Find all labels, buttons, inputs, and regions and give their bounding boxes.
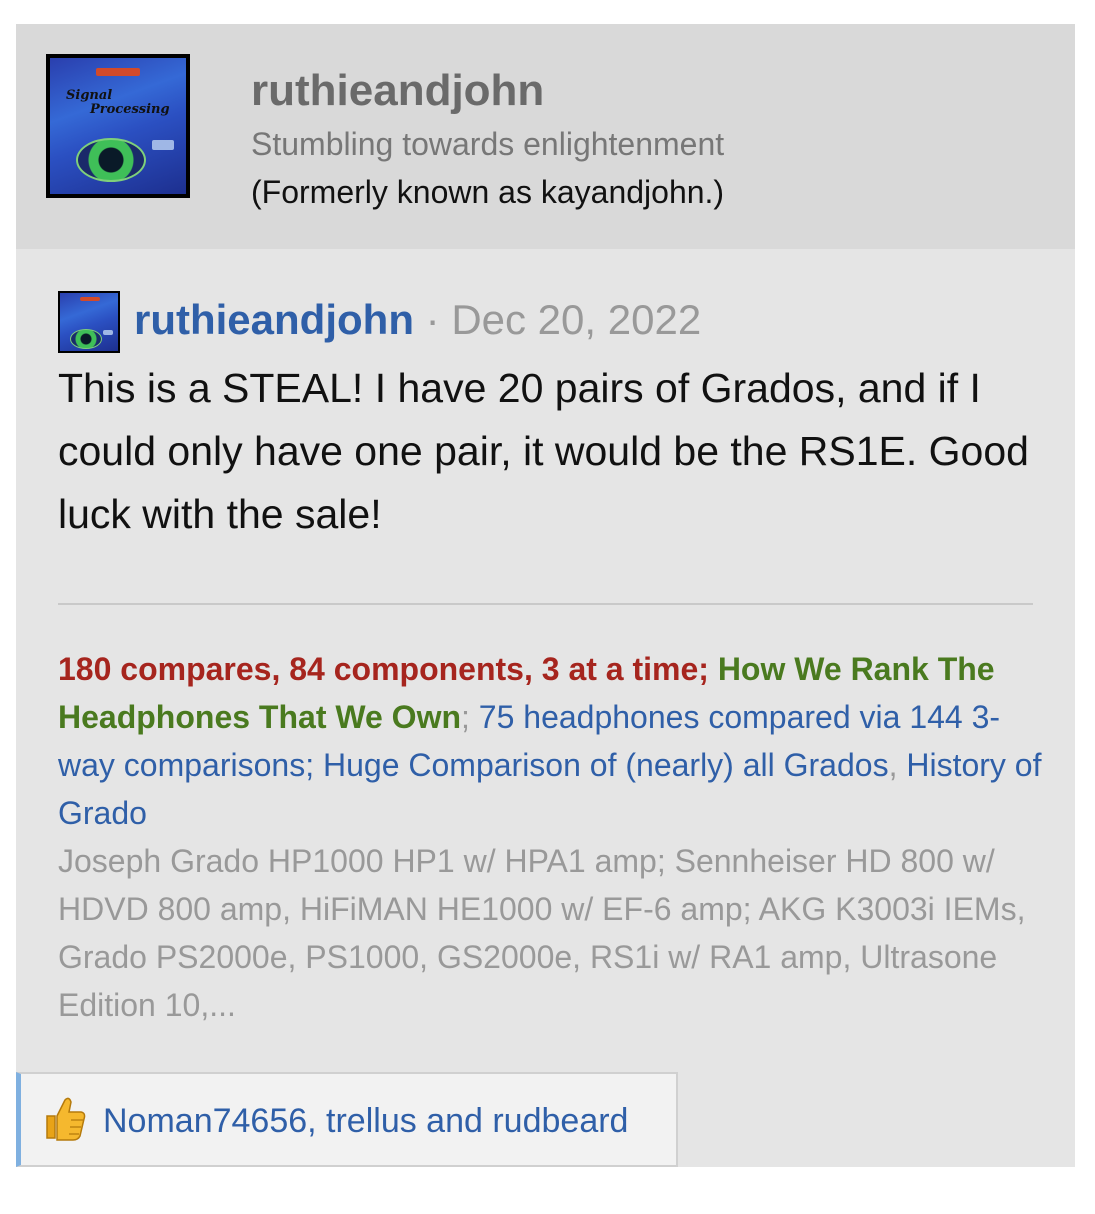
post-author-avatar[interactable] [58,291,120,353]
signal-processing-book-cover-icon [60,293,118,351]
signature-separator: ; [461,699,470,735]
profile-post-card: Signal Processing ruthieandjohn Stumblin… [16,24,1075,1167]
thumbs-up-icon [46,1097,86,1141]
post-date[interactable]: Dec 20, 2022 [451,296,701,343]
profile-formerly-known-as: (Formerly known as kayandjohn.) [251,174,725,210]
profile-username[interactable]: ruthieandjohn [251,66,544,116]
signal-processing-book-cover-icon: Signal Processing [50,58,186,194]
reactions-bar[interactable]: Noman74656, trellus and rudbeard [16,1072,678,1167]
reactions-users-link[interactable]: Noman74656, trellus and rudbeard [103,1102,628,1141]
post-author-link[interactable]: ruthieandjohn [134,296,414,343]
user-signature: 180 compares, 84 components, 3 at a time… [58,645,1048,1029]
avatar-text-line-1: Signal [66,88,113,103]
post-meta: ruthieandjohn · Dec 20, 2022 [134,296,701,344]
post-meta-separator: · [425,296,440,343]
signature-gear-list: Joseph Grado HP1000 HP1 w/ HPA1 amp; Sen… [58,843,1026,1023]
post-body: This is a STEAL! I have 20 pairs of Grad… [58,365,1029,537]
profile-header: Signal Processing ruthieandjohn Stumblin… [16,24,1075,249]
avatar-text-line-2: Processing [90,102,170,117]
signature-divider [58,603,1033,605]
signature-huge-comparison-link[interactable]: Huge Comparison of (nearly) all Grados [323,747,889,783]
profile-tagline: Stumbling towards enlightenment [251,126,725,162]
signature-separator: , [888,747,898,783]
profile-avatar[interactable]: Signal Processing [46,54,190,198]
signature-compares-link[interactable]: 180 compares, 84 components, 3 at a time… [58,651,709,687]
